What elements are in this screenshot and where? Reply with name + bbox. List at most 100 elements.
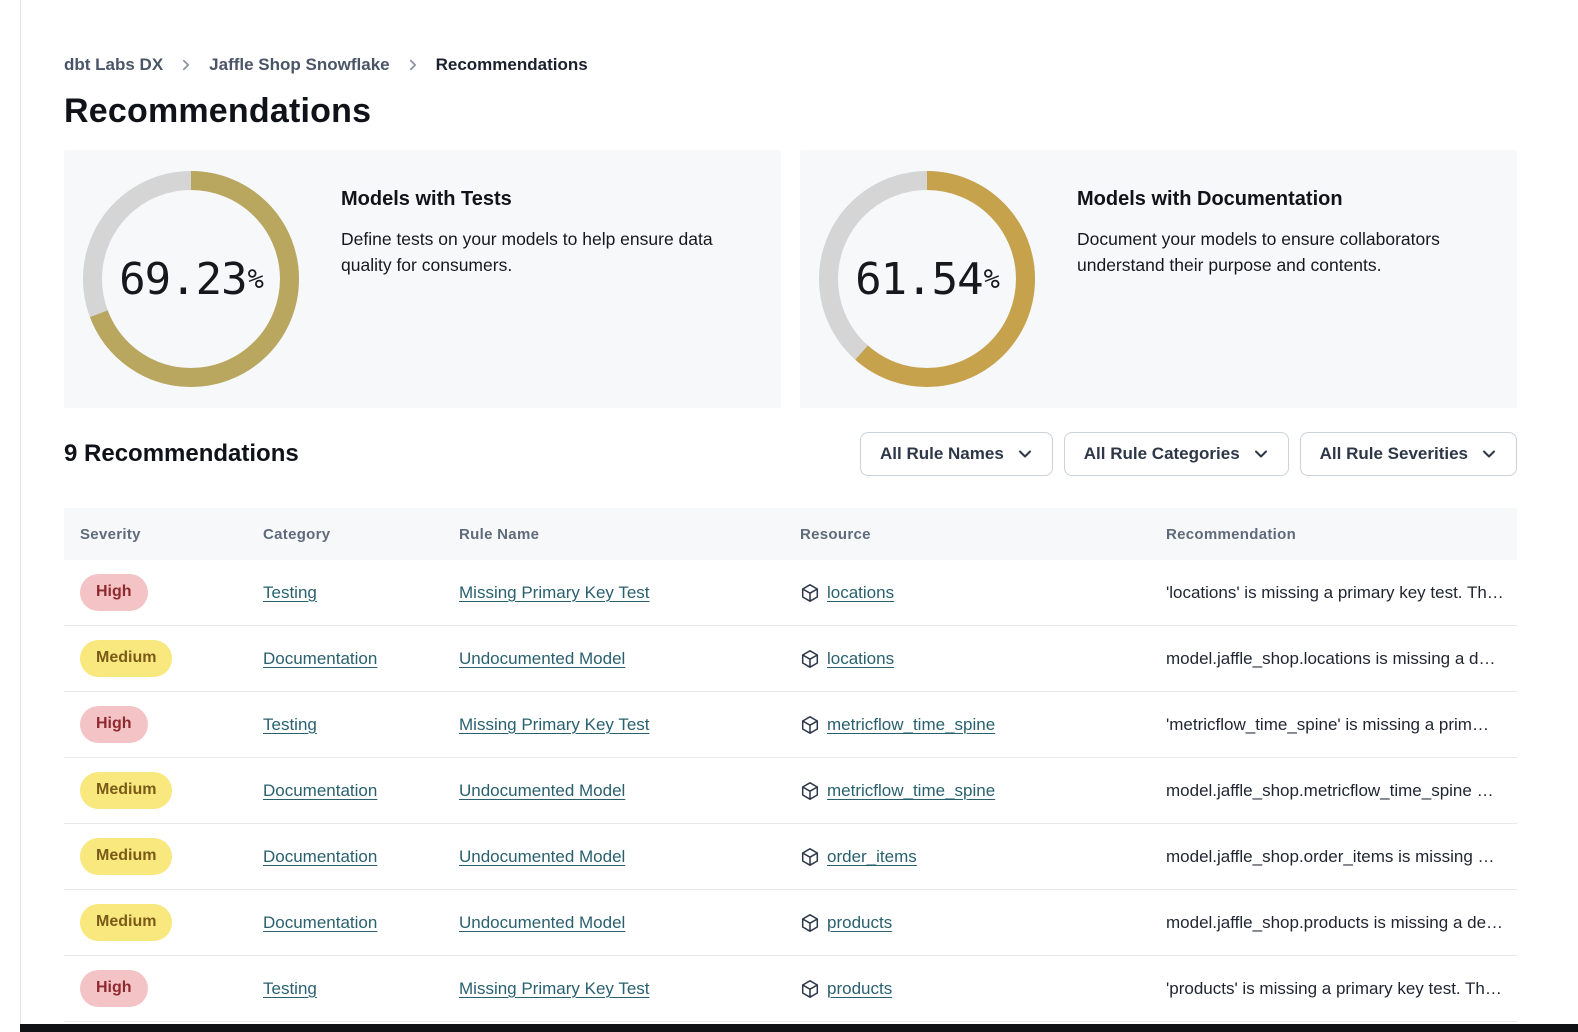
- main-content: dbt Labs DX Jaffle Shop Snowflake Recomm…: [64, 0, 1517, 1022]
- tests-donut-chart: 69.23%: [83, 171, 299, 387]
- resource-link[interactable]: metricflow_time_spine: [827, 781, 995, 801]
- rule-name-cell: Missing Primary Key Test: [443, 583, 784, 603]
- recommendation-text: model.jaffle_shop.order_items is missing…: [1166, 847, 1495, 866]
- column-header-recommendation: Recommendation: [1150, 526, 1517, 543]
- recommendation-cell: 'metricflow_time_spine' is missing a pri…: [1150, 715, 1517, 735]
- severity-cell: High: [64, 706, 247, 742]
- left-divider: [20, 0, 21, 1032]
- category-cell: Testing: [247, 715, 443, 735]
- severity-badge: High: [80, 574, 148, 610]
- resource-cell: products: [784, 979, 1150, 999]
- breadcrumb: dbt Labs DX Jaffle Shop Snowflake Recomm…: [64, 54, 1517, 76]
- rule-name-cell: Missing Primary Key Test: [443, 979, 784, 999]
- severity-badge: Medium: [80, 772, 172, 808]
- breadcrumb-item-dbt-labs-dx[interactable]: dbt Labs DX: [64, 55, 163, 75]
- resource-link[interactable]: locations: [827, 583, 894, 603]
- models-with-tests-card: 69.23% Models with Tests Define tests on…: [64, 150, 781, 408]
- list-header: 9 Recommendations All Rule Names All Rul…: [64, 432, 1517, 476]
- recommendations-count: 9 Recommendations: [64, 440, 299, 468]
- rule-name-cell: Undocumented Model: [443, 649, 784, 669]
- recommendation-text: 'products' is missing a primary key test…: [1166, 979, 1502, 998]
- severity-badge: Medium: [80, 904, 172, 940]
- rule-names-filter-label: All Rule Names: [880, 444, 1004, 464]
- category-link[interactable]: Documentation: [263, 847, 377, 866]
- rule-names-filter-dropdown[interactable]: All Rule Names: [860, 432, 1053, 476]
- rule-name-link[interactable]: Undocumented Model: [459, 781, 625, 800]
- recommendation-text: model.jaffle_shop.products is missing a …: [1166, 913, 1503, 932]
- models-with-documentation-card: 61.54% Models with Documentation Documen…: [800, 150, 1517, 408]
- model-cube-icon: [800, 979, 820, 999]
- table-row: High Testing Missing Primary Key Test pr…: [64, 956, 1517, 1022]
- category-link[interactable]: Documentation: [263, 913, 377, 932]
- model-cube-icon: [800, 781, 820, 801]
- rule-name-link[interactable]: Missing Primary Key Test: [459, 715, 650, 734]
- severity-badge: High: [80, 970, 148, 1006]
- severity-cell: Medium: [64, 772, 247, 808]
- resource-link[interactable]: products: [827, 979, 892, 999]
- chevron-right-icon: [179, 58, 193, 72]
- rule-name-cell: Undocumented Model: [443, 913, 784, 933]
- rule-name-cell: Undocumented Model: [443, 847, 784, 867]
- severity-badge: Medium: [80, 640, 172, 676]
- table-row: Medium Documentation Undocumented Model …: [64, 890, 1517, 956]
- metric-cards: 69.23% Models with Tests Define tests on…: [64, 150, 1517, 408]
- table-row: Medium Documentation Undocumented Model …: [64, 626, 1517, 692]
- chevron-down-icon: [1253, 446, 1269, 462]
- severity-badge: Medium: [80, 838, 172, 874]
- recommendations-table: Severity Category Rule Name Resource Rec…: [64, 508, 1517, 1022]
- docs-card-title: Models with Documentation: [1077, 188, 1493, 211]
- recommendation-cell: model.jaffle_shop.locations is missing a…: [1150, 649, 1517, 669]
- resource-link[interactable]: order_items: [827, 847, 917, 867]
- rule-name-link[interactable]: Missing Primary Key Test: [459, 979, 650, 998]
- resource-link[interactable]: products: [827, 913, 892, 933]
- recommendation-cell: 'products' is missing a primary key test…: [1150, 979, 1517, 999]
- page-title: Recommendations: [64, 92, 1517, 131]
- category-cell: Documentation: [247, 781, 443, 801]
- model-cube-icon: [800, 715, 820, 735]
- category-link[interactable]: Testing: [263, 979, 317, 998]
- category-link[interactable]: Testing: [263, 583, 317, 602]
- docs-card-text: Models with Documentation Document your …: [1077, 188, 1493, 371]
- recommendation-cell: 'locations' is missing a primary key tes…: [1150, 583, 1517, 603]
- rule-name-link[interactable]: Undocumented Model: [459, 847, 625, 866]
- docs-percent-label: 61.54%: [819, 171, 1035, 387]
- table-row: High Testing Missing Primary Key Test me…: [64, 692, 1517, 758]
- recommendation-cell: model.jaffle_shop.metricflow_time_spine …: [1150, 781, 1517, 801]
- severity-badge: High: [80, 706, 148, 742]
- resource-cell: products: [784, 913, 1150, 933]
- table-row: Medium Documentation Undocumented Model …: [64, 758, 1517, 824]
- resource-cell: metricflow_time_spine: [784, 781, 1150, 801]
- breadcrumb-item-recommendations: Recommendations: [436, 55, 588, 75]
- category-link[interactable]: Testing: [263, 715, 317, 734]
- category-link[interactable]: Documentation: [263, 781, 377, 800]
- severity-cell: Medium: [64, 904, 247, 940]
- resource-cell: locations: [784, 649, 1150, 669]
- resource-link[interactable]: metricflow_time_spine: [827, 715, 995, 735]
- tests-card-text: Models with Tests Define tests on your m…: [341, 188, 757, 371]
- recommendation-text: model.jaffle_shop.metricflow_time_spine …: [1166, 781, 1494, 800]
- recommendation-cell: model.jaffle_shop.products is missing a …: [1150, 913, 1517, 933]
- tests-card-description: Define tests on your models to help ensu…: [341, 226, 757, 279]
- category-cell: Documentation: [247, 847, 443, 867]
- table-body: High Testing Missing Primary Key Test lo…: [64, 560, 1517, 1022]
- chevron-down-icon: [1017, 446, 1033, 462]
- severity-cell: High: [64, 574, 247, 610]
- rule-name-link[interactable]: Undocumented Model: [459, 649, 625, 668]
- rule-categories-filter-dropdown[interactable]: All Rule Categories: [1064, 432, 1289, 476]
- recommendation-text: model.jaffle_shop.locations is missing a…: [1166, 649, 1495, 668]
- category-link[interactable]: Documentation: [263, 649, 377, 668]
- rule-name-link[interactable]: Undocumented Model: [459, 913, 625, 932]
- category-cell: Testing: [247, 583, 443, 603]
- docs-card-description: Document your models to ensure collabora…: [1077, 226, 1493, 279]
- rule-name-link[interactable]: Missing Primary Key Test: [459, 583, 650, 602]
- rule-severities-filter-dropdown[interactable]: All Rule Severities: [1300, 432, 1517, 476]
- resource-link[interactable]: locations: [827, 649, 894, 669]
- rule-severities-filter-label: All Rule Severities: [1320, 444, 1468, 464]
- breadcrumb-item-jaffle-shop-snowflake[interactable]: Jaffle Shop Snowflake: [209, 55, 389, 75]
- severity-cell: Medium: [64, 838, 247, 874]
- resource-cell: metricflow_time_spine: [784, 715, 1150, 735]
- category-cell: Testing: [247, 979, 443, 999]
- tests-percent-label: 69.23%: [83, 171, 299, 387]
- model-cube-icon: [800, 583, 820, 603]
- rule-name-cell: Missing Primary Key Test: [443, 715, 784, 735]
